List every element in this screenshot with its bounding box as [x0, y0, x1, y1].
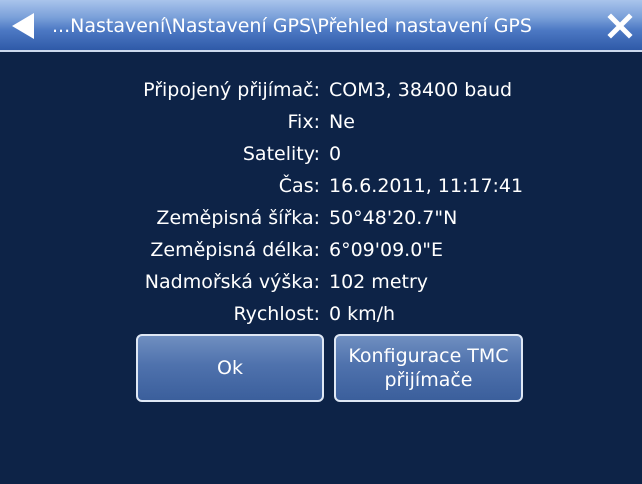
speed-value: 0 km/h	[329, 303, 396, 325]
row-fix: Fix: Ne	[0, 106, 642, 138]
latitude-value: 50°48'20.7"N	[329, 207, 458, 229]
latitude-label: Zeměpisná šířka:	[156, 207, 320, 229]
row-speed: Rychlost: 0 km/h	[0, 298, 642, 330]
gps-settings-overview-window: ...Nastavení\Nastavení GPS\Přehled nasta…	[0, 0, 642, 484]
title-bar: ...Nastavení\Nastavení GPS\Přehled nasta…	[0, 0, 642, 52]
row-satellites: Satelity: 0	[0, 138, 642, 170]
row-latitude: Zeměpisná šířka: 50°48'20.7"N	[0, 202, 642, 234]
connected-receiver-value: COM3, 38400 baud	[329, 79, 513, 101]
fix-label: Fix:	[287, 111, 320, 133]
altitude-label: Nadmořská výška:	[144, 271, 320, 293]
tmc-button-label-line2: přijímače	[384, 369, 473, 391]
configure-tmc-receiver-button[interactable]: Konfigurace TMC přijímače	[334, 334, 523, 402]
back-arrow-icon	[12, 13, 34, 39]
row-altitude: Nadmořská výška: 102 metry	[0, 266, 642, 298]
time-label: Čas:	[278, 175, 320, 197]
fix-value: Ne	[329, 111, 355, 133]
satellites-value: 0	[329, 143, 342, 165]
speed-label: Rychlost:	[233, 303, 320, 325]
longitude-value: 6°09'09.0"E	[329, 239, 444, 261]
row-connected-receiver: Připojený přijímač: COM3, 38400 baud	[0, 74, 642, 106]
close-icon	[607, 13, 633, 39]
satellites-label: Satelity:	[242, 143, 320, 165]
ok-button[interactable]: Ok	[136, 334, 324, 402]
ok-button-label: Ok	[217, 357, 243, 379]
tmc-button-label-line1: Konfigurace TMC	[348, 345, 509, 367]
time-value: 16.6.2011, 11:17:41	[329, 175, 524, 197]
altitude-value: 102 metry	[329, 271, 429, 293]
close-button[interactable]	[602, 8, 638, 44]
longitude-label: Zeměpisná délka:	[150, 239, 320, 261]
row-time: Čas: 16.6.2011, 11:17:41	[0, 170, 642, 202]
breadcrumb-title: ...Nastavení\Nastavení GPS\Přehled nasta…	[52, 15, 532, 37]
gps-info-list: Připojený přijímač: COM3, 38400 baud Fix…	[0, 74, 642, 330]
row-longitude: Zeměpisná délka: 6°09'09.0"E	[0, 234, 642, 266]
connected-receiver-label: Připojený přijímač:	[143, 79, 320, 101]
back-button[interactable]	[6, 10, 40, 42]
